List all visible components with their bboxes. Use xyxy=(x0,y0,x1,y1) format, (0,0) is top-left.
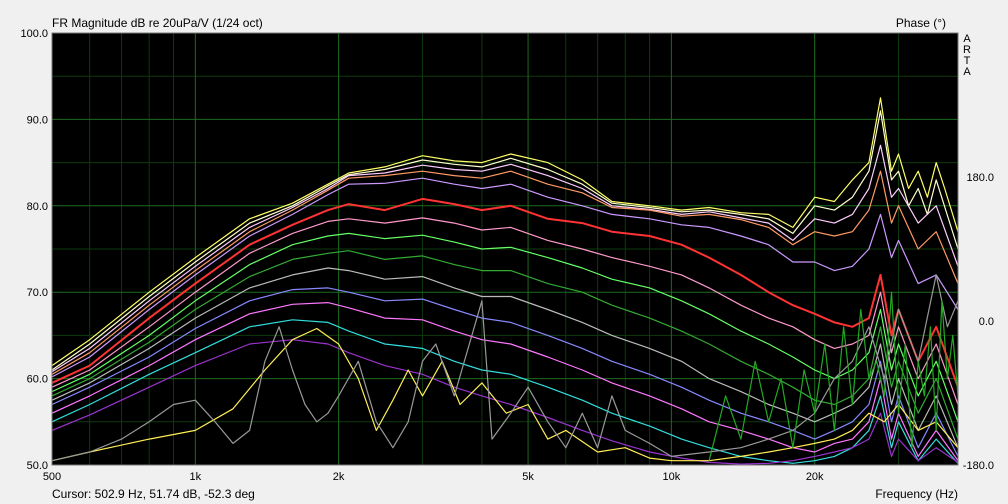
x-tick-label: 2k xyxy=(333,471,345,483)
y-tick-label: 90.0 xyxy=(27,114,48,126)
frequency-response-chart[interactable]: 50.060.070.080.090.0100.0-180.00.0180.05… xyxy=(0,0,1008,504)
y-tick-label: 100.0 xyxy=(20,28,48,40)
phase-tick-label: -180.0 xyxy=(963,460,994,472)
y-tick-label: 80.0 xyxy=(27,201,48,213)
x-tick-label: 20k xyxy=(806,471,824,483)
y-tick-label: 60.0 xyxy=(27,374,48,386)
brand-letter: A xyxy=(963,66,971,78)
arta-brand-label: A R T A xyxy=(962,34,972,78)
cursor-readout: Cursor: 502.9 Hz, 51.74 dB, -52.3 deg xyxy=(52,487,255,501)
chart-title: FR Magnitude dB re 20uPa/V (1/24 oct) xyxy=(52,16,263,30)
x-tick-label: 10k xyxy=(663,471,681,483)
phase-tick-label: 0.0 xyxy=(979,316,994,328)
y-tick-label: 70.0 xyxy=(27,287,48,299)
arta-window: 50.0 60.0 70.0 80.0 90.0 100.0 -180.0 0.0 180.0 5… xyxy=(0,0,1008,504)
phase-axis-title: Phase (°) xyxy=(895,16,946,30)
x-tick-label: 5k xyxy=(522,471,534,483)
phase-tick-label: 180.0 xyxy=(966,172,994,184)
x-axis-label: Frequency (Hz) xyxy=(875,487,958,501)
x-tick-label: 500 xyxy=(43,471,61,483)
x-tick-label: 1k xyxy=(189,471,201,483)
